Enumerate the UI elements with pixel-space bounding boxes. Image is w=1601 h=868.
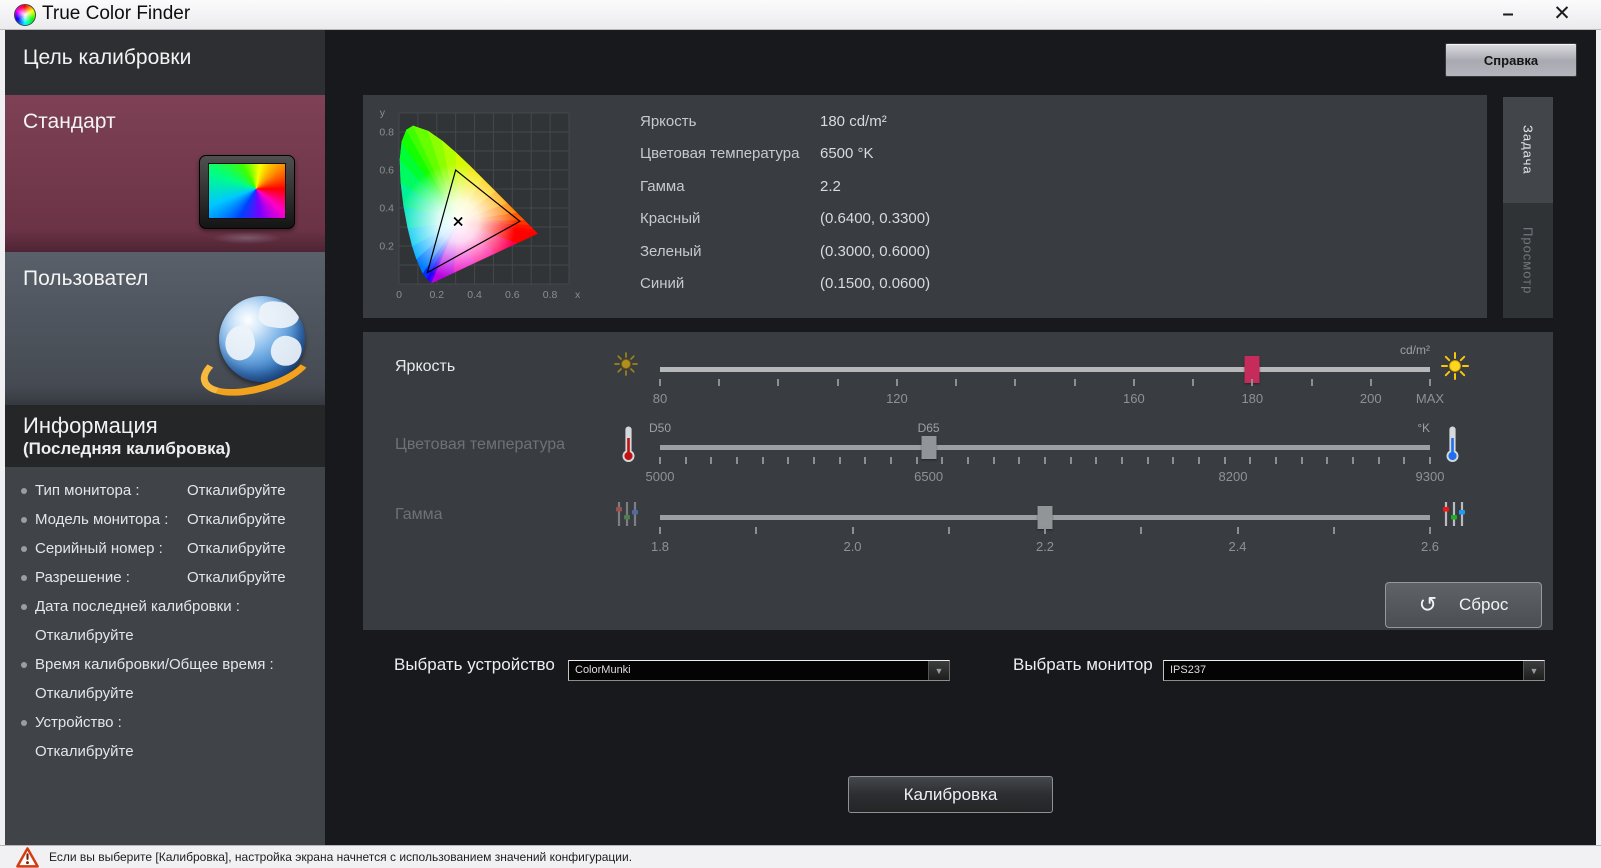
- settings-panel: Яркость cd/m² 80 120 160 180 200 MAX Цве…: [363, 332, 1553, 630]
- sidebar: Цель калибровки Стандарт Пользовател Инф…: [5, 30, 325, 845]
- readout-red: Красный (0.6400, 0.3300): [640, 210, 931, 228]
- bullet-icon: [21, 546, 27, 552]
- brightness-slider[interactable]: cd/m² 80 120 160 180 200 MAX: [653, 343, 1444, 425]
- brightness-slider-row: Яркость cd/m² 80 120 160 180 200 MAX: [363, 343, 1553, 425]
- brightness-label: Яркость: [395, 358, 456, 375]
- svg-text:0: 0: [396, 289, 402, 301]
- status-text: Если вы выберите [Калибровка], настройка…: [49, 850, 633, 864]
- readout-temperature: Цветовая температура 6500 °K: [640, 145, 874, 163]
- device-select[interactable]: ColorMunki ▼: [568, 660, 950, 681]
- sun-dim-icon: [613, 351, 639, 382]
- thermometer-blue-icon: [1445, 425, 1460, 468]
- warning-icon: [16, 846, 39, 868]
- calibrate-button[interactable]: Калибровка: [848, 776, 1053, 813]
- svg-text:0.6: 0.6: [505, 289, 520, 301]
- readouts: Яркость 180 cd/m² Цветовая температура 650…: [640, 105, 930, 300]
- bullet-icon: [21, 604, 27, 610]
- svg-text:0.8: 0.8: [543, 289, 558, 301]
- globe-icon: [194, 292, 320, 407]
- reset-label: Сброс: [1459, 595, 1509, 614]
- sun-bright-icon: [1440, 351, 1470, 386]
- info-item-duration: Время калибровки/Общее время : Откалибруй…: [21, 655, 315, 704]
- thermometer-red-icon: [621, 425, 636, 468]
- app-window: True Color Finder – ✕ Цель калибровки Ст…: [0, 0, 1601, 868]
- rgb-mixer-dim-icon: [613, 499, 641, 534]
- sidebar-item-user[interactable]: Пользовател: [5, 252, 325, 407]
- titlebar: True Color Finder – ✕: [0, 0, 1601, 30]
- svg-text:0.4: 0.4: [467, 289, 482, 301]
- chevron-down-icon[interactable]: ▼: [928, 661, 949, 680]
- window-border-right: [1596, 30, 1601, 845]
- info-item-device: Устройство : Откалибруйте: [21, 713, 315, 762]
- svg-text:0.8: 0.8: [379, 127, 394, 139]
- status-bar: Если вы выберите [Калибровка], настройка…: [0, 845, 1601, 868]
- info-subtitle: (Последняя калибровка): [23, 439, 231, 458]
- readout-brightness: Яркость 180 cd/m²: [640, 112, 887, 130]
- gamma-slider[interactable]: 1.8 2.0 2.2 2.4 2.6: [651, 497, 1439, 573]
- monitor-select-label: Выбрать монитор: [1013, 655, 1153, 674]
- info-item-monitor-type: Тип монитора : Откалибруйте: [21, 481, 315, 501]
- svg-text:x: x: [575, 289, 581, 301]
- bullet-icon: [21, 488, 27, 494]
- device-select-value: ColorMunki: [575, 664, 631, 676]
- close-button[interactable]: ✕: [1540, 0, 1584, 30]
- reset-icon: ↺: [1418, 592, 1437, 617]
- svg-text:y: y: [380, 107, 386, 119]
- slider-handle[interactable]: [1037, 506, 1053, 529]
- rainbow-monitor-icon: [199, 155, 295, 244]
- bullet-icon: [21, 575, 27, 581]
- standard-label: Стандарт: [23, 110, 116, 133]
- svg-text:0.4: 0.4: [379, 203, 394, 215]
- info-item-resolution: Разрешение : Откалибруйте: [21, 568, 315, 588]
- readout-green: Зеленый (0.3000, 0.6000): [640, 242, 931, 260]
- help-button[interactable]: Справка: [1445, 43, 1577, 77]
- rainbow-screen: [208, 163, 286, 219]
- temperature-label: Цветовая температура: [395, 436, 566, 453]
- color-wheel-icon: [14, 4, 36, 26]
- cie-diagram: 0.2 0.4 0.6 0.8 y 0 0.2 0.4 0.6 0.8 x: [379, 107, 581, 301]
- window-border-left: [0, 30, 5, 845]
- sidebar-item-standard[interactable]: Стандарт: [5, 95, 325, 252]
- info-item-monitor-model: Модель монитора : Откалибруйте: [21, 510, 315, 530]
- gamma-label: Гамма: [395, 506, 443, 523]
- gamma-slider-row: Гамма 1.8 2.0 2.2 2.4 2.6: [363, 497, 1553, 573]
- user-label: Пользовател: [23, 267, 149, 290]
- svg-text:0.2: 0.2: [429, 289, 444, 301]
- app-title: True Color Finder: [42, 3, 191, 24]
- info-list: Тип монитора : Откалибруйте Модель монито…: [5, 467, 325, 762]
- readout-blue: Синий (0.1500, 0.0600): [640, 275, 931, 293]
- reset-button[interactable]: ↺ Сброс: [1385, 582, 1542, 628]
- info-title: Информация: [23, 413, 158, 438]
- minimize-button[interactable]: –: [1488, 0, 1528, 30]
- svg-text:0.6: 0.6: [379, 165, 394, 177]
- rgb-mixer-icon: [1440, 499, 1468, 534]
- bullet-icon: [21, 720, 27, 726]
- readout-gamma: Гамма 2.2: [640, 177, 841, 195]
- chevron-down-icon[interactable]: ▼: [1523, 661, 1544, 680]
- slider-handle[interactable]: [921, 436, 937, 459]
- bullet-icon: [21, 662, 27, 668]
- tab-preview[interactable]: Просмотр: [1503, 203, 1553, 318]
- calibration-summary-panel: 0.2 0.4 0.6 0.8 y 0 0.2 0.4 0.6 0.8 x Яркость 180 c…: [363, 95, 1487, 318]
- info-header: Информация (Последняя калибровка): [5, 405, 325, 467]
- chromaticity-chart: 0.2 0.4 0.6 0.8 y 0 0.2 0.4 0.6 0.8 x: [371, 103, 585, 307]
- bullet-icon: [21, 517, 27, 523]
- monitor-select-value: IPS237: [1170, 664, 1207, 676]
- sidebar-title: Цель калибровки: [5, 30, 325, 95]
- info-item-serial: Серийный номер : Откалибруйте: [21, 539, 315, 559]
- monitor-select[interactable]: IPS237 ▼: [1163, 660, 1545, 681]
- info-item-last-date: Дата последней калибровки : Откалибруйте: [21, 597, 315, 646]
- device-select-label: Выбрать устройство: [394, 655, 555, 674]
- tab-task[interactable]: Задача: [1503, 97, 1553, 203]
- svg-text:0.2: 0.2: [379, 241, 394, 253]
